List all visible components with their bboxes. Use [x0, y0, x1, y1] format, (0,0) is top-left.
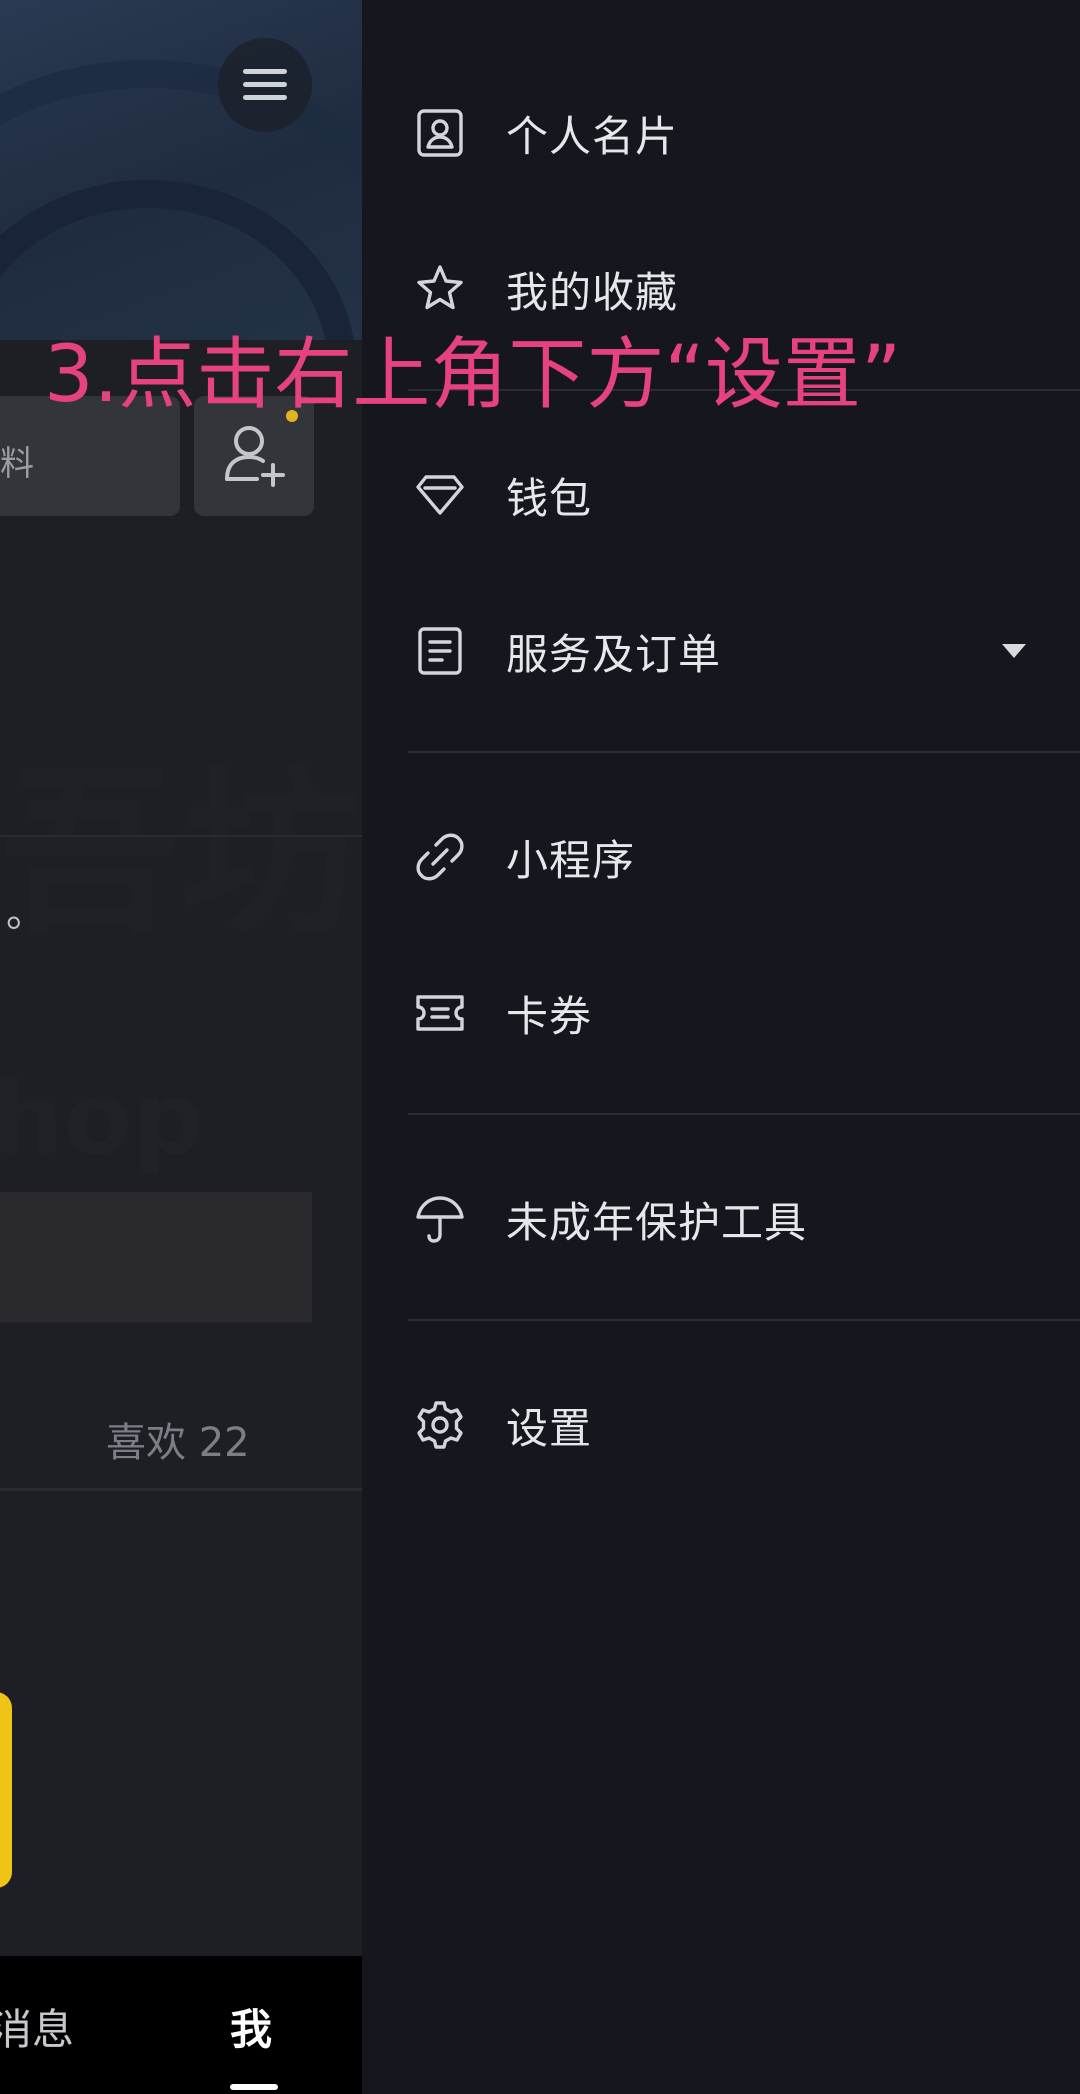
menu-item-label: 设置 — [506, 1403, 593, 1453]
menu-item-label: 小程序 — [506, 835, 636, 885]
menu-divider — [408, 1113, 1080, 1115]
menu-divider — [408, 1319, 1080, 1321]
menu-item-minor-protection[interactable]: 未成年保护工具 — [362, 1164, 1080, 1274]
nav-me[interactable]: 我 — [230, 1996, 272, 2057]
profile-banner — [0, 0, 362, 340]
profile-page-background: 料 吾坊 。 hop 喜欢 22 消息 我 — [0, 0, 362, 2094]
background-watermark-latin: hop — [0, 1060, 204, 1177]
ticket-icon — [412, 985, 468, 1041]
menu-item-label: 未成年保护工具 — [506, 1197, 808, 1247]
instruction-caption: 3.点击右上角下方“设置” — [44, 330, 902, 420]
profile-card-icon — [412, 105, 468, 161]
divider — [0, 835, 362, 837]
menu-item-services-orders[interactable]: 服务及订单 — [362, 596, 1080, 706]
chevron-down-icon[interactable] — [1002, 644, 1026, 658]
menu-item-settings[interactable]: 设置 — [362, 1370, 1080, 1480]
edit-profile-label: 料 — [0, 444, 34, 484]
menu-item-label: 服务及订单 — [506, 629, 722, 679]
bio-text-fragment: 。 — [6, 890, 46, 936]
add-friend-icon — [225, 426, 285, 487]
menu-item-coupons[interactable]: 卡券 — [362, 958, 1080, 1068]
menu-item-label: 钱包 — [506, 473, 593, 523]
menu-button[interactable] — [218, 38, 312, 132]
menu-item-label: 我的收藏 — [506, 267, 679, 317]
side-drawer: 个人名片 我的收藏 钱包 服务及订单 小程序 卡券 未成年保护工具 设置 — [362, 0, 1080, 2094]
menu-item-label: 卡券 — [506, 991, 593, 1041]
nav-messages[interactable]: 消息 — [0, 1996, 74, 2057]
bio-box[interactable] — [0, 1192, 312, 1322]
background-watermark-text: 吾坊 — [0, 750, 361, 959]
link-icon — [412, 829, 468, 885]
umbrella-icon — [412, 1191, 468, 1247]
menu-item-label: 个人名片 — [506, 111, 679, 161]
menu-divider — [408, 751, 1080, 753]
menu-item-favorites[interactable]: 我的收藏 — [362, 234, 1080, 344]
diamond-icon — [412, 467, 468, 523]
divider — [0, 1488, 362, 1491]
menu-item-wallet[interactable]: 钱包 — [362, 440, 1080, 550]
document-icon — [412, 623, 468, 679]
menu-item-profile-card[interactable]: 个人名片 — [362, 78, 1080, 188]
gear-icon — [412, 1397, 468, 1453]
yellow-action-button[interactable] — [0, 1692, 12, 1888]
bottom-nav: 消息 我 — [0, 1956, 362, 2094]
nav-active-indicator — [230, 2084, 278, 2090]
likes-count[interactable]: 喜欢 22 — [106, 1410, 250, 1468]
hamburger-icon — [243, 69, 287, 101]
star-icon — [412, 261, 468, 317]
menu-item-mini-programs[interactable]: 小程序 — [362, 802, 1080, 912]
